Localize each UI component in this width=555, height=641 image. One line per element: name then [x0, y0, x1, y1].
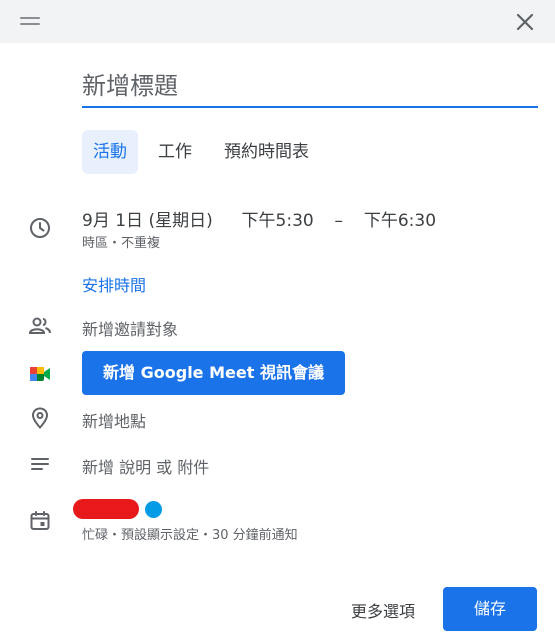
- add-location-field[interactable]: 新增地點: [82, 408, 146, 432]
- save-button[interactable]: 儲存: [443, 587, 537, 631]
- calendar-details[interactable]: 忙碌・預設顯示設定・30 分鐘前通知: [82, 524, 298, 543]
- timezone-repeat-label[interactable]: 時區・不重複: [82, 232, 160, 251]
- calendar-icon: [28, 509, 52, 533]
- event-date[interactable]: 9月 1日 (星期日): [82, 211, 213, 231]
- google-meet-icon: [28, 362, 52, 386]
- title-input[interactable]: 新增標題: [82, 66, 538, 108]
- calendar-color-dot[interactable]: [145, 501, 162, 518]
- event-end-time[interactable]: 下午6:30: [364, 211, 436, 231]
- tab-event[interactable]: 活動: [82, 130, 138, 174]
- event-start-time[interactable]: 下午5:30: [242, 211, 314, 231]
- event-dialog: 新增標題 活動 工作 預約時間表 9月 1日 (星期日) 下午5:30 – 下午…: [0, 0, 555, 641]
- close-icon[interactable]: [513, 10, 537, 34]
- time-separator: –: [334, 211, 344, 231]
- location-pin-icon: [28, 406, 52, 430]
- people-icon: [28, 314, 52, 338]
- tab-appointment-schedule[interactable]: 預約時間表: [224, 130, 309, 174]
- add-description-field[interactable]: 新增 說明 或 附件: [82, 454, 209, 478]
- find-time-link[interactable]: 安排時間: [82, 272, 146, 296]
- event-datetime[interactable]: 9月 1日 (星期日) 下午5:30 – 下午6:30: [82, 206, 436, 231]
- more-options-button[interactable]: 更多選項: [351, 598, 415, 622]
- description-icon: [28, 452, 52, 476]
- drag-handle-icon[interactable]: [20, 17, 40, 25]
- add-google-meet-button[interactable]: 新增 Google Meet 視訊會議: [82, 351, 345, 395]
- tab-task[interactable]: 工作: [158, 130, 192, 174]
- redacted-calendar-name[interactable]: [73, 499, 139, 519]
- clock-icon: [28, 216, 52, 240]
- dialog-header[interactable]: [0, 0, 555, 43]
- add-guests-field[interactable]: 新增邀請對象: [82, 316, 178, 340]
